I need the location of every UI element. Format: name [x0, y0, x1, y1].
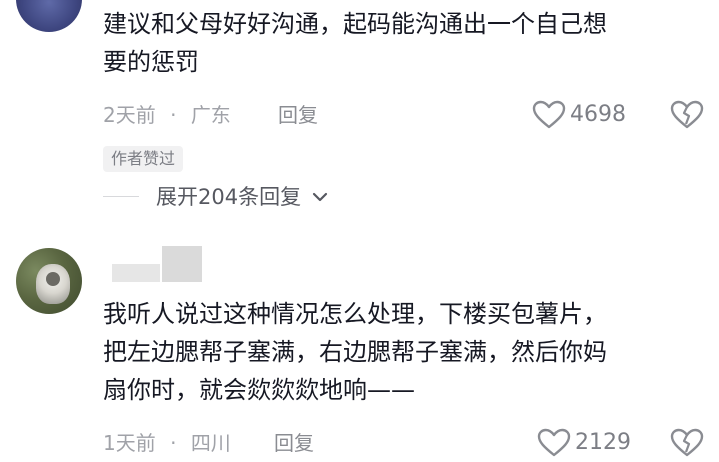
reply-button[interactable]: 回复 [274, 429, 314, 457]
comment-text: 我听人说过这种情况怎么处理，下楼买包薯片， 把左边腮帮子塞满，右边腮帮子塞满，然… [103, 295, 713, 409]
comment-text-line: 扇你时，就会欻欻欻地响—— [103, 376, 415, 404]
like-count: 4698 [570, 102, 626, 127]
comment-text-line: 建议和父母好好沟通，起码能沟通出一个自己想 [103, 10, 607, 38]
heart-icon [532, 100, 566, 129]
comment-time: 2天前 [103, 103, 156, 127]
comment-location: 广东 [190, 103, 231, 127]
divider [103, 196, 139, 197]
comment-location: 四川 [190, 431, 231, 455]
dislike-button[interactable] [670, 100, 704, 130]
expand-replies-label: 展开204条回复 [156, 185, 302, 209]
meta-separator: · [170, 103, 177, 127]
comment-meta: 1天前 · 四川 [103, 429, 231, 457]
broken-heart-icon [670, 100, 704, 129]
comment-text-line: 把左边腮帮子塞满，右边腮帮子塞满，然后你妈 [103, 338, 607, 366]
reply-button[interactable]: 回复 [278, 101, 318, 129]
like-count: 2129 [575, 430, 631, 455]
username-redacted [112, 264, 160, 282]
comment-text-line: 我听人说过这种情况怎么处理，下楼买包薯片， [103, 300, 607, 328]
author-liked-tag: 作者赞过 [103, 146, 184, 172]
username-redacted [162, 246, 202, 282]
comment-text: 建议和父母好好沟通，起码能沟通出一个自己想 要的惩罚 [103, 5, 713, 81]
avatar[interactable] [16, 248, 82, 314]
avatar[interactable] [16, 0, 82, 32]
comment-time: 1天前 [103, 431, 156, 455]
like-button[interactable] [532, 100, 566, 130]
comment-text-line: 要的惩罚 [103, 48, 199, 76]
expand-replies-button[interactable]: 展开204条回复 [156, 182, 328, 212]
chevron-down-icon [312, 192, 327, 202]
meta-separator: · [170, 431, 177, 455]
comment-meta: 2天前 · 广东 [103, 101, 231, 129]
